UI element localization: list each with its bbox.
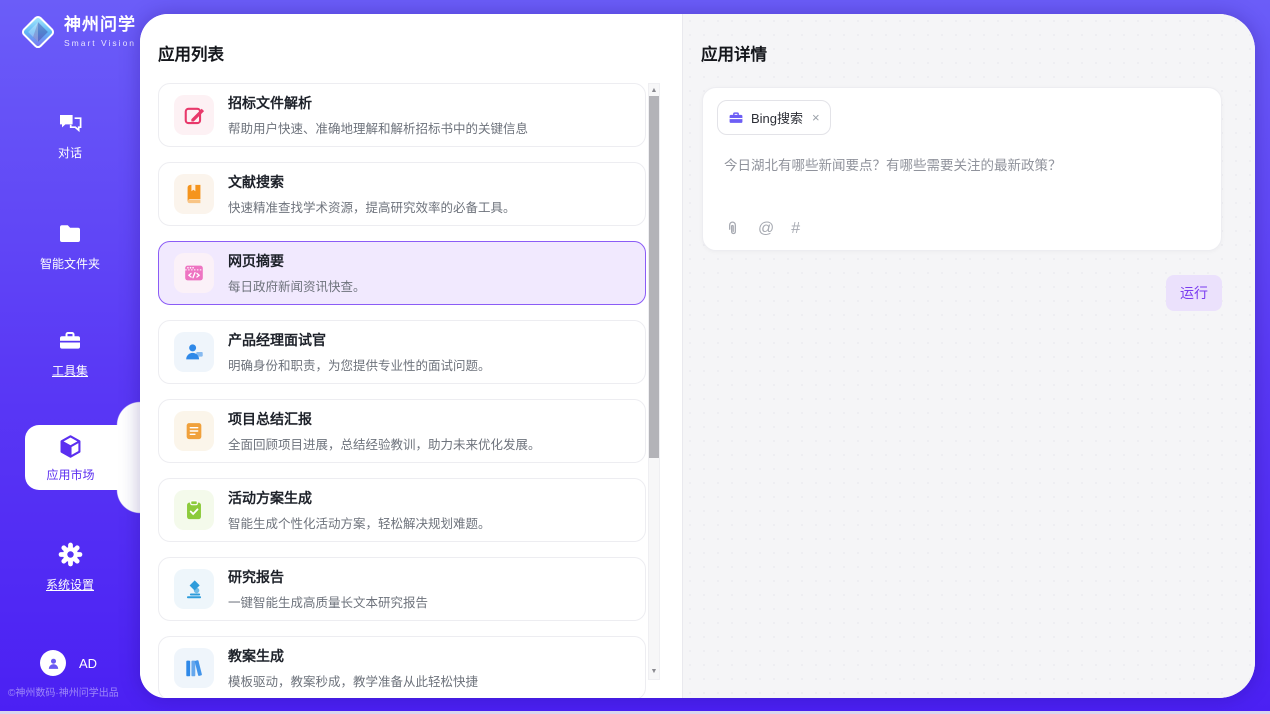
app-card-description: 快速精准查找学术资源，提高研究效率的必备工具。 [228, 197, 516, 216]
query-card[interactable]: Bing搜索 × 今日湖北有哪些新闻要点？有哪些需要关注的最新政策？ @ # [702, 87, 1222, 251]
app-card[interactable]: 招标文件解析 帮助用户快速、准确地理解和解析招标书中的关键信息 [158, 83, 646, 147]
app-card-list: 招标文件解析 帮助用户快速、准确地理解和解析招标书中的关键信息 文献搜索 快速精… [158, 83, 646, 698]
mention-at-icon[interactable]: @ [758, 221, 774, 237]
copyright-footer: ©神州数码·神州问学出品 [8, 684, 119, 699]
app-card[interactable]: 教案生成 模板驱动，教案秒成，教学准备从此轻松快捷 [158, 636, 646, 698]
app-card-description: 帮助用户快速、准确地理解和解析招标书中的关键信息 [228, 118, 528, 137]
interviewer-icon [174, 332, 214, 372]
sidebar: 神州问学 Smart Vision 对话 智能文件夹 工具集 应用市场 [0, 0, 140, 714]
scrollbar-down-arrow-icon[interactable]: ▼ [649, 667, 659, 677]
app-card-title: 招标文件解析 [228, 93, 528, 113]
sidebar-item-toolset[interactable]: 工具集 [0, 328, 140, 379]
app-card-title: 项目总结汇报 [228, 409, 541, 429]
app-card-description: 模板驱动，教案秒成，教学准备从此轻松快捷 [228, 671, 478, 690]
avatar [40, 650, 66, 676]
sidebar-item-label: 应用市场 [46, 466, 94, 483]
sidebar-item-smart-folder[interactable]: 智能文件夹 [0, 221, 140, 272]
main-panel: 应用列表 招标文件解析 帮助用户快速、准确地理解和解析招标书中的关键信息 文献搜… [140, 14, 1255, 698]
tag-close-icon[interactable]: × [812, 110, 820, 125]
sidebar-item-label: 对话 [58, 144, 82, 161]
gem-logo-icon [20, 14, 56, 50]
sidebar-item-label: 工具集 [52, 362, 88, 379]
gear-icon [57, 541, 84, 568]
pill-bottom-connector [116, 490, 140, 514]
app-card[interactable]: 研究报告 一键智能生成高质量长文本研究报告 [158, 557, 646, 621]
app-card-title: 活动方案生成 [228, 488, 491, 508]
attachment-toolbar: @ # [724, 220, 800, 237]
memo-icon [174, 411, 214, 451]
app-card-description: 明确身份和职责，为您提供专业性的面试问题。 [228, 355, 491, 374]
app-card-description: 智能生成个性化活动方案，轻松解决规划难题。 [228, 513, 491, 532]
cube-icon [57, 433, 84, 460]
sidebar-item-label: 智能文件夹 [40, 255, 100, 272]
toolbox-icon [57, 328, 83, 354]
app-card[interactable]: 文献搜索 快速精准查找学术资源，提高研究效率的必备工具。 [158, 162, 646, 226]
paperclip-icon[interactable] [724, 220, 741, 237]
chat-icon [57, 110, 84, 136]
scrollbar-thumb[interactable] [649, 96, 659, 458]
sidebar-item-system-settings[interactable]: 系统设置 [0, 541, 140, 593]
microscope-icon [174, 569, 214, 609]
query-text[interactable]: 今日湖北有哪些新闻要点？有哪些需要关注的最新政策？ [724, 156, 1207, 175]
tool-tag-bing-search[interactable]: Bing搜索 × [717, 100, 831, 135]
briefcase-icon [728, 110, 744, 126]
app-card-title: 网页摘要 [228, 251, 366, 271]
tool-tag-label: Bing搜索 [751, 108, 803, 127]
app-list-panel: 应用列表 招标文件解析 帮助用户快速、准确地理解和解析招标书中的关键信息 文献搜… [140, 14, 683, 698]
books-icon [174, 648, 214, 688]
app-card-title: 教案生成 [228, 646, 478, 666]
book-icon [174, 174, 214, 214]
app-card-description: 全面回顾项目进展，总结经验教训，助力未来优化发展。 [228, 434, 541, 453]
brand-name: 神州问学 [64, 16, 136, 35]
hash-tag-icon[interactable]: # [791, 221, 800, 237]
sidebar-item-app-market[interactable]: 应用市场 [25, 425, 140, 490]
app-card-description: 一键智能生成高质量长文本研究报告 [228, 592, 428, 611]
app-list-scrollbar[interactable]: ▲ ▼ [648, 83, 660, 680]
sidebar-item-chat[interactable]: 对话 [0, 110, 140, 161]
brand-logo: 神州问学 Smart Vision [20, 14, 136, 50]
user-name: AD [79, 656, 97, 671]
run-button[interactable]: 运行 [1166, 275, 1222, 311]
browser-code-icon [174, 253, 214, 293]
scrollbar-up-arrow-icon[interactable]: ▲ [649, 86, 659, 96]
app-card[interactable]: 活动方案生成 智能生成个性化活动方案，轻松解决规划难题。 [158, 478, 646, 542]
app-card-description: 每日政府新闻资讯快查。 [228, 276, 366, 295]
app-card[interactable]: 产品经理面试官 明确身份和职责，为您提供专业性的面试问题。 [158, 320, 646, 384]
app-card[interactable]: 项目总结汇报 全面回顾项目进展，总结经验教训，助力未来优化发展。 [158, 399, 646, 463]
brand-tagline: Smart Vision [64, 38, 136, 48]
clipboard-check-icon [174, 490, 214, 530]
app-list-title: 应用列表 [140, 14, 682, 65]
app-card-title: 研究报告 [228, 567, 428, 587]
pill-top-connector [116, 401, 140, 425]
person-icon [46, 656, 61, 671]
folder-icon [57, 221, 83, 247]
sidebar-item-label: 系统设置 [46, 576, 94, 593]
app-card[interactable]: 网页摘要 每日政府新闻资讯快查。 [158, 241, 646, 305]
app-detail-panel: 应用详情 Bing搜索 × 今日湖北有哪些新闻要点？有哪些需要关注的最新政策？ … [683, 14, 1255, 698]
app-card-title: 产品经理面试官 [228, 330, 491, 350]
app-detail-title: 应用详情 [683, 14, 1255, 65]
user-account[interactable]: AD [40, 650, 97, 676]
app-card-title: 文献搜索 [228, 172, 516, 192]
doc-edit-icon [174, 95, 214, 135]
